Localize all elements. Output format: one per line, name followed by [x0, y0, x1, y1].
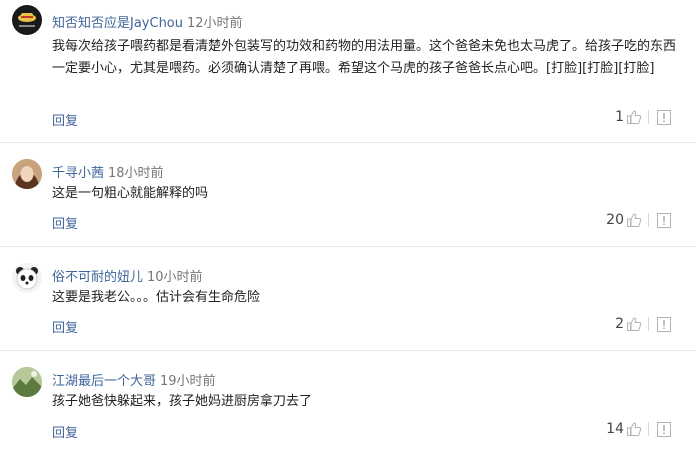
- divider: [648, 213, 649, 227]
- thumbs-up-icon[interactable]: [626, 316, 642, 332]
- divider: [648, 422, 649, 436]
- comment-item: 俗不可耐的妞儿 10小时前 这要是我老公。。。估计会有生命危险 回复 2: [0, 247, 695, 351]
- like-count: 2: [615, 316, 624, 332]
- username[interactable]: 俗不可耐的妞儿: [52, 270, 143, 285]
- reply-button[interactable]: 回复: [52, 110, 78, 129]
- comment-text: 这要是我老公。。。估计会有生命危险: [52, 290, 261, 305]
- panda-icon: [12, 263, 42, 293]
- reply-button[interactable]: 回复: [52, 317, 78, 336]
- comment-actions: 1: [615, 109, 671, 125]
- straw-hat-icon: [18, 13, 36, 27]
- timestamp: 18小时前: [108, 166, 164, 181]
- like-count: 20: [606, 212, 624, 228]
- thumbs-up-icon[interactable]: [626, 109, 642, 125]
- girl-portrait-icon: [12, 159, 42, 189]
- avatar[interactable]: [12, 263, 42, 293]
- timestamp: 10小时前: [147, 270, 203, 285]
- username[interactable]: 知否知否应是JayChou: [52, 16, 183, 31]
- comment-meta: 知否知否应是JayChou 12小时前: [52, 12, 243, 31]
- avatar[interactable]: [12, 367, 42, 397]
- avatar[interactable]: [12, 159, 42, 189]
- comment-text: 这是一句粗心就能解释的吗: [52, 186, 209, 201]
- report-icon[interactable]: [657, 421, 671, 437]
- comment-actions: 14: [606, 421, 671, 437]
- thumbs-up-icon[interactable]: [626, 421, 642, 437]
- avatar[interactable]: [12, 5, 42, 35]
- comment-meta: 俗不可耐的妞儿 10小时前: [52, 266, 203, 285]
- username[interactable]: 千寻小茜: [52, 166, 104, 181]
- comment-item: 江湖最后一个大哥 19小时前 孩子她爸快躲起来，孩子她妈进厨房拿刀去了 回复 14: [0, 351, 695, 457]
- comment-item: 千寻小茜 18小时前 这是一句粗心就能解释的吗 回复 20: [0, 143, 695, 247]
- like-count: 14: [606, 421, 624, 437]
- timestamp: 19小时前: [160, 374, 216, 389]
- divider: [648, 317, 649, 331]
- comment-meta: 江湖最后一个大哥 19小时前: [52, 370, 216, 389]
- reply-button[interactable]: 回复: [52, 422, 78, 441]
- timestamp: 12小时前: [187, 16, 243, 31]
- username[interactable]: 江湖最后一个大哥: [52, 374, 156, 389]
- divider: [648, 110, 649, 124]
- report-icon[interactable]: [657, 109, 671, 125]
- comment-item: 知否知否应是JayChou 12小时前 我每次给孩子喂药都是看清楚外包装写的功效和…: [0, 0, 695, 143]
- comment-actions: 2: [615, 316, 671, 332]
- report-icon[interactable]: [657, 316, 671, 332]
- comment-text: 孩子她爸快躲起来，孩子她妈进厨房拿刀去了: [52, 394, 313, 409]
- like-count: 1: [615, 109, 624, 125]
- comment-text: 我每次给孩子喂药都是看清楚外包装写的功效和药物的用法用量。这个爸爸未免也太马虎了…: [52, 39, 677, 76]
- comment-actions: 20: [606, 212, 671, 228]
- landscape-icon: [12, 367, 42, 397]
- reply-button[interactable]: 回复: [52, 213, 78, 232]
- thumbs-up-icon[interactable]: [626, 212, 642, 228]
- report-icon[interactable]: [657, 212, 671, 228]
- comment-meta: 千寻小茜 18小时前: [52, 162, 164, 181]
